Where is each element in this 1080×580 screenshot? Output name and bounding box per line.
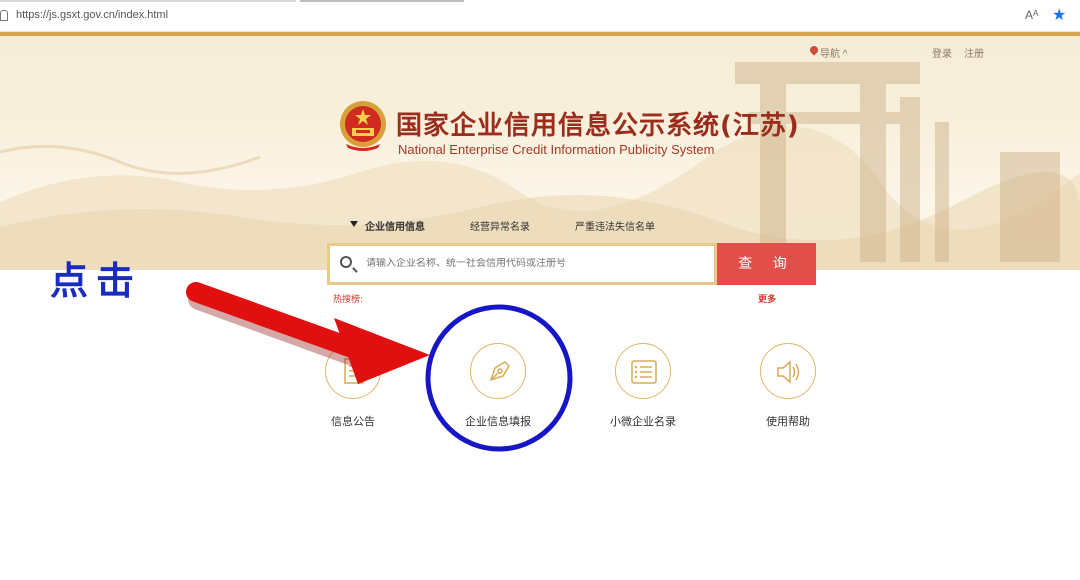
tab-strip — [0, 0, 1080, 3]
feature-label: 企业信息填报 — [465, 415, 531, 428]
feature-small-business[interactable]: 小微企业名录 — [588, 343, 698, 433]
tab-serious-violation[interactable]: 严重违法失信名单 — [575, 218, 655, 233]
page-root: Aᴬ ★ 导航 ^ 登录 注册 — [0, 0, 1080, 580]
more-link[interactable]: 更多 — [758, 292, 776, 305]
feature-label: 信息公告 — [331, 415, 375, 428]
feature-icon-circle — [615, 343, 671, 399]
pen-nib-icon — [489, 361, 510, 382]
speaker-icon — [777, 360, 800, 384]
search-icon — [340, 256, 352, 268]
search-input[interactable] — [366, 258, 706, 269]
star-icon[interactable]: ★ — [1052, 5, 1066, 24]
lock-icon — [0, 10, 8, 21]
caret-down-icon — [350, 221, 358, 227]
click-annotation-text: 点击 — [50, 258, 143, 303]
url-field[interactable] — [16, 9, 616, 21]
hot-search-label: 热搜榜: — [333, 295, 364, 305]
feature-icon-circle — [470, 343, 526, 399]
tab-enterprise-credit[interactable]: 企业信用信息 — [365, 218, 425, 233]
feature-announcement[interactable]: 信息公告 — [298, 343, 408, 433]
national-emblem-icon — [340, 101, 386, 151]
read-aloud-button[interactable]: Aᴬ — [1025, 8, 1038, 22]
browser-address-bar: Aᴬ ★ — [0, 0, 1080, 32]
banner-top-border — [0, 32, 1080, 36]
tab-abnormal-operation[interactable]: 经营异常名录 — [470, 218, 530, 233]
nav-menu-link[interactable]: 导航 ^ — [820, 45, 847, 60]
feature-info-report[interactable]: 企业信息填报 — [443, 343, 553, 433]
site-title: 国家企业信用信息公示系统(江苏) — [396, 111, 800, 141]
list-icon — [631, 360, 657, 384]
login-link[interactable]: 登录 — [932, 45, 952, 60]
document-icon — [344, 358, 364, 384]
feature-help[interactable]: 使用帮助 — [733, 343, 843, 433]
site-subtitle: National Enterprise Credit Information P… — [398, 142, 715, 157]
feature-icon-circle — [760, 343, 816, 399]
feature-label: 小微企业名录 — [610, 415, 676, 428]
feature-label: 使用帮助 — [766, 415, 810, 428]
search-button[interactable]: 查 询 — [717, 243, 816, 285]
feature-icon-circle — [325, 343, 381, 399]
register-link[interactable]: 注册 — [964, 45, 984, 60]
